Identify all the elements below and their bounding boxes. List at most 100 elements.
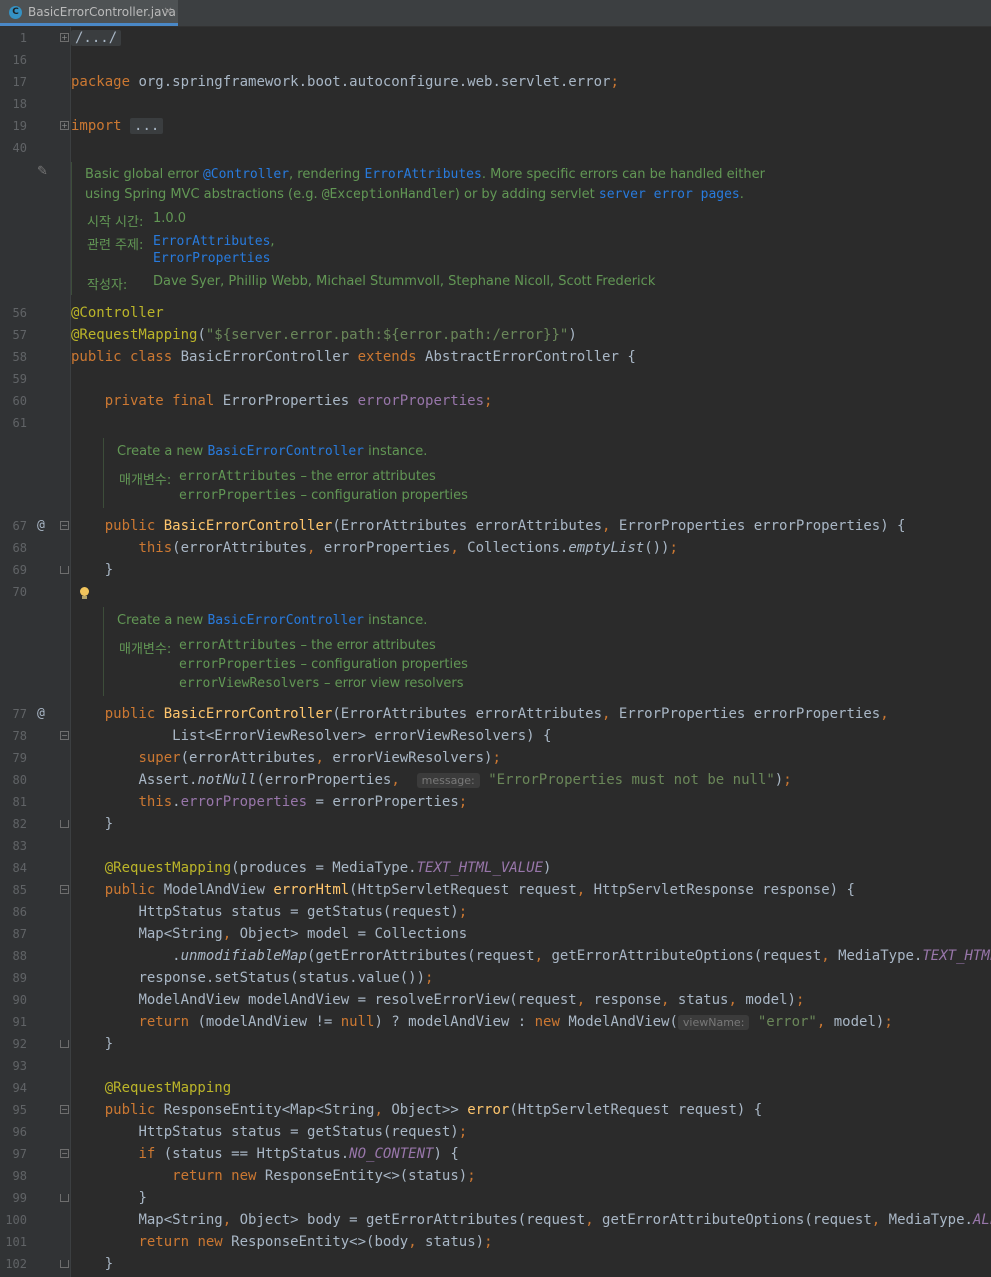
line-number: 84: [12, 861, 27, 875]
line-number: 40: [12, 141, 27, 155]
code-line-94: @RequestMapping: [104, 1080, 232, 1096]
lightbulb-icon[interactable]: [79, 587, 90, 600]
line-number: 85: [12, 883, 27, 897]
code-line-102: }: [104, 1256, 114, 1272]
line-number: 79: [12, 751, 27, 765]
line-number: 78: [12, 729, 27, 743]
code-line-79: super(errorAttributes, errorViewResolver…: [138, 750, 501, 766]
fold-collapse-icon[interactable]: −: [60, 885, 69, 894]
edit-doc-icon[interactable]: ✎: [37, 164, 48, 179]
fold-end-icon[interactable]: [60, 1040, 69, 1048]
line-number: 19: [12, 119, 27, 133]
line-number: 60: [12, 394, 27, 408]
line-number: 97: [12, 1147, 27, 1161]
code-line-82: }: [104, 816, 114, 832]
line-number: 87: [12, 927, 27, 941]
code-line-98: return new ResponseEntity<>(status);: [172, 1168, 476, 1184]
line-number: 67: [12, 519, 27, 533]
java-class-icon: C: [9, 6, 22, 19]
line-number: 58: [12, 350, 27, 364]
line-number: 96: [12, 1125, 27, 1139]
line-number: 90: [12, 993, 27, 1007]
line-number: 56: [12, 306, 27, 320]
line-number: 88: [12, 949, 27, 963]
line-number: 69: [12, 563, 27, 577]
code-line-56: @Controller: [71, 305, 164, 321]
fold-end-icon[interactable]: [60, 1194, 69, 1202]
code-line-95: public ResponseEntity<Map<String, Object…: [104, 1102, 763, 1118]
fold-collapse-icon[interactable]: −: [60, 1149, 69, 1158]
code-line-68: this(errorAttributes, errorProperties, C…: [138, 540, 678, 556]
class-javadoc: Basic global error @Controller, renderin…: [71, 162, 765, 295]
override-icon[interactable]: @: [37, 707, 45, 721]
line-number: 86: [12, 905, 27, 919]
code-line-57: @RequestMapping("${server.error.path:${e…: [71, 327, 577, 343]
code-line-78: List<ErrorViewResolver> errorViewResolve…: [172, 728, 552, 744]
parameter-hint: message:: [416, 773, 480, 788]
parameter-hint: viewName:: [677, 1015, 750, 1030]
code-line-1: /.../: [71, 29, 122, 47]
code-line-86: HttpStatus status = getStatus(request);: [138, 904, 468, 920]
line-number: 92: [12, 1037, 27, 1051]
line-number: 93: [12, 1059, 27, 1073]
line-number: 70: [12, 585, 27, 599]
line-number: 16: [12, 53, 27, 67]
line-number: 77: [12, 707, 27, 721]
line-number: 1: [19, 31, 27, 45]
code-line-19: import ...: [71, 117, 164, 135]
line-number: 57: [12, 328, 27, 342]
code-line-81: this.errorProperties = errorProperties;: [138, 794, 468, 810]
line-number: 100: [5, 1213, 27, 1227]
code-line-92: }: [104, 1036, 114, 1052]
tab-basicerrorcontroller-java[interactable]: C BasicErrorController.java ×: [0, 0, 178, 26]
line-number: 91: [12, 1015, 27, 1029]
line-number: 59: [12, 372, 27, 386]
line-number: 61: [12, 416, 27, 430]
code-line-58: public class BasicErrorController extend…: [71, 349, 636, 365]
line-number: 18: [12, 97, 27, 111]
override-icon[interactable]: @: [37, 519, 45, 533]
code-line-99: }: [138, 1190, 147, 1206]
line-number: 99: [12, 1191, 27, 1205]
line-number: 102: [5, 1257, 27, 1271]
line-number: 82: [12, 817, 27, 831]
code-editor[interactable]: 1 16 17 18 19 40 56 57 58 59 60 61 67 68…: [0, 27, 991, 1277]
editor-tab-bar: C BasicErrorController.java ×: [0, 0, 991, 27]
line-number: 17: [12, 75, 27, 89]
code-line-77: public BasicErrorController(ErrorAttribu…: [104, 706, 889, 722]
code-line-89: response.setStatus(status.value());: [138, 970, 434, 986]
code-line-88: .unmodifiableMap(getErrorAttributes(requ…: [172, 948, 991, 964]
code-line-90: ModelAndView modelAndView = resolveError…: [138, 992, 805, 1008]
line-number: 89: [12, 971, 27, 985]
line-number: 98: [12, 1169, 27, 1183]
folded-imports[interactable]: ...: [130, 118, 164, 134]
code-line-80: Assert.notNull(errorProperties, message:…: [138, 772, 792, 788]
constructor-javadoc: Create a new BasicErrorController instan…: [103, 607, 468, 696]
code-line-100: Map<String, Object> body = getErrorAttri…: [138, 1212, 991, 1228]
line-number: 81: [12, 795, 27, 809]
code-line-85: public ModelAndView errorHtml(HttpServle…: [104, 882, 855, 898]
code-line-84: @RequestMapping(produces = MediaType.TEX…: [104, 860, 552, 876]
code-line-60: private final ErrorProperties errorPrope…: [104, 393, 493, 409]
code-line-97: if (status == HttpStatus.NO_CONTENT) {: [138, 1146, 459, 1162]
fold-collapse-icon[interactable]: −: [60, 731, 69, 740]
fold-collapse-icon[interactable]: −: [60, 1105, 69, 1114]
fold-end-icon[interactable]: [60, 820, 69, 828]
code-line-87: Map<String, Object> model = Collections: [138, 926, 468, 942]
code-line-17: package org.springframework.boot.autocon…: [71, 74, 619, 90]
line-number: 68: [12, 541, 27, 555]
fold-expand-icon[interactable]: +: [60, 121, 69, 130]
tab-label: BasicErrorController.java: [28, 5, 176, 19]
code-line-67: public BasicErrorController(ErrorAttribu…: [104, 518, 906, 534]
fold-expand-icon[interactable]: +: [60, 33, 69, 42]
close-icon[interactable]: ×: [163, 4, 173, 18]
line-number: 94: [12, 1081, 27, 1095]
constructor-javadoc: Create a new BasicErrorController instan…: [103, 438, 468, 508]
fold-end-icon[interactable]: [60, 1260, 69, 1268]
fold-collapse-icon[interactable]: −: [60, 521, 69, 530]
line-number: 80: [12, 773, 27, 787]
code-line-101: return new ResponseEntity<>(body, status…: [138, 1234, 493, 1250]
fold-end-icon[interactable]: [60, 566, 69, 574]
line-number: 101: [5, 1235, 27, 1249]
folded-header[interactable]: /.../: [71, 30, 122, 46]
